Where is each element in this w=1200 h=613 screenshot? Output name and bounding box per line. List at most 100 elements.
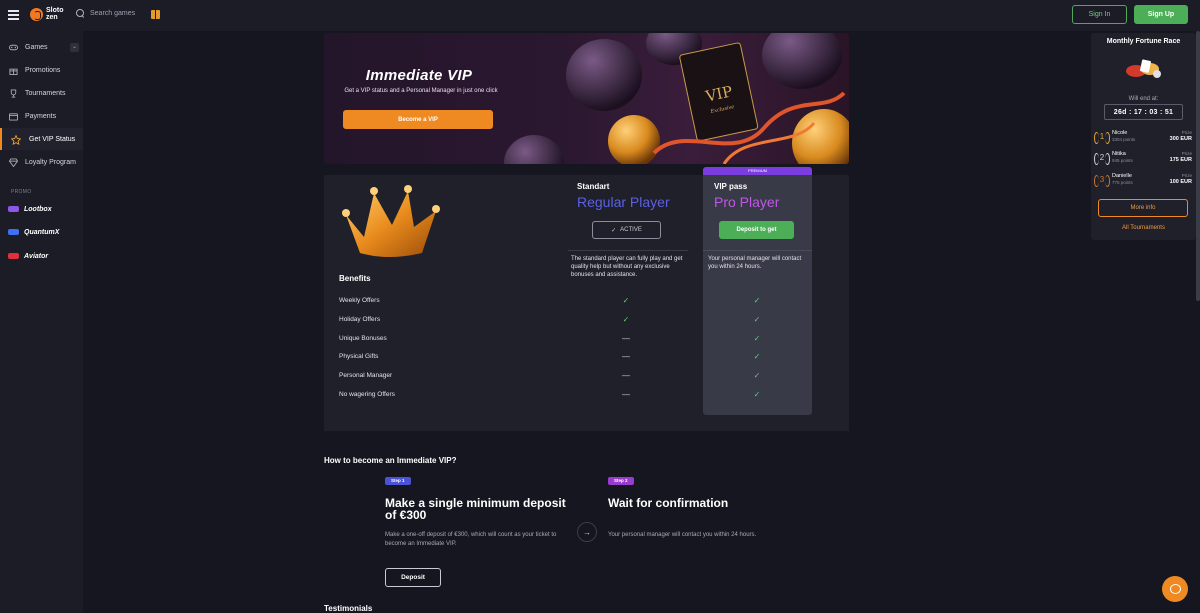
search-placeholder: Search games	[90, 10, 136, 17]
check-icon: ✓	[611, 227, 617, 234]
player-name: Danielle	[1112, 173, 1132, 179]
premium-badge: PREMIUM	[703, 167, 812, 175]
sign-in-button[interactable]: Sign In	[1072, 5, 1127, 24]
sidebar-item-promotions[interactable]: Promotions	[0, 59, 83, 81]
standard-dash: —	[622, 371, 630, 380]
step-2-text: Your personal manager will contact you w…	[608, 532, 757, 538]
sidebar-item-tournaments[interactable]: Tournaments	[0, 82, 83, 104]
promo-item-label: Aviator	[24, 252, 49, 260]
prize-amount: 100 EUR	[1169, 179, 1192, 185]
trophy-icon	[9, 88, 18, 98]
sidebar-item-loyalty[interactable]: Loyalty Program	[0, 151, 83, 173]
active-status-button: ✓ ACTIVE	[592, 221, 661, 239]
leaderboard-row: 3 Danielle 775 points Prize 100 EUR	[1094, 171, 1192, 189]
benefit-name: Personal Manager	[339, 372, 393, 379]
sidebar: Games ⌄ Promotions Tournaments Payments …	[0, 31, 83, 613]
race-title: Monthly Fortune Race	[1106, 38, 1181, 45]
benefits-title: Benefits	[339, 274, 371, 283]
player-points: 3304 points	[1112, 137, 1136, 142]
benefit-name: Holiday Offers	[339, 316, 381, 323]
testimonials-title: Testimonials	[324, 604, 373, 613]
more-info-button[interactable]: More info	[1098, 199, 1188, 217]
gift-icon[interactable]	[151, 10, 160, 19]
deposit-to-get-button[interactable]: Deposit to get	[719, 221, 794, 239]
vip-check: ✓	[753, 334, 761, 343]
fortune-race-widget: Monthly Fortune Race Will end at: 26d : …	[1091, 33, 1196, 240]
top-bar: Sloto zen Search games Sign In Sign Up	[0, 0, 1200, 31]
player-name: Nicole	[1112, 130, 1128, 136]
vip-pass-label: VIP pass	[714, 182, 748, 191]
star-icon	[10, 133, 22, 145]
divider	[703, 250, 812, 251]
all-tournaments-link[interactable]: All Tournaments	[1091, 225, 1196, 231]
sidebar-item-label: Tournaments	[25, 89, 66, 97]
menu-icon[interactable]	[8, 10, 19, 20]
place-number: 2	[1094, 151, 1110, 165]
standard-label: Standart	[577, 182, 610, 191]
benefit-name: Unique Bonuses	[339, 335, 387, 342]
standard-description: The standard player can fully play and g…	[571, 256, 683, 278]
sign-up-button[interactable]: Sign Up	[1134, 5, 1188, 24]
sidebar-item-label: Promotions	[25, 66, 61, 74]
prize-label: Prize	[1181, 130, 1192, 135]
benefit-name: Weekly Offers	[339, 297, 380, 304]
vip-check: ✓	[753, 371, 761, 380]
race-timer: 26d : 17 : 03 : 51	[1104, 104, 1183, 120]
logo[interactable]: Sloto zen	[30, 7, 64, 21]
hero-description: Get a VIP status and a Personal Manager …	[344, 88, 498, 94]
divider	[568, 250, 688, 251]
active-label: ACTIVE	[620, 227, 642, 233]
step-1-title: Make a single minimum deposit of €300	[385, 496, 566, 522]
scrollbar[interactable]	[1196, 31, 1200, 301]
promo-item-label: Lootbox	[24, 205, 52, 213]
prize-label: Prize	[1181, 173, 1192, 178]
chat-button[interactable]	[1162, 576, 1188, 602]
promo-item-label: QuantumX	[24, 228, 60, 236]
logo-line1: Sloto	[46, 7, 64, 14]
lootbox-icon	[8, 206, 19, 212]
step-2-title: Wait for confirmation	[608, 496, 729, 510]
vip-check: ✓	[753, 296, 761, 305]
search-input[interactable]: Search games	[76, 9, 135, 18]
become-vip-button[interactable]: Become a VIP	[343, 110, 493, 129]
sidebar-item-vip-status[interactable]: Get VIP Status	[0, 128, 83, 150]
prize-amount: 175 EUR	[1169, 157, 1192, 163]
hero-illustration: VIP Exclusive	[504, 33, 849, 164]
leaderboard-row: 1 Nicole 3304 points Prize 300 EUR	[1094, 128, 1192, 146]
sidebar-item-payments[interactable]: Payments	[0, 105, 83, 127]
vip-comparison-table: PREMIUM Standart Regular Player VIP pass…	[324, 167, 849, 431]
promo-item-lootbox[interactable]: Lootbox	[0, 199, 83, 219]
step-2-badge: Step 2	[608, 477, 634, 485]
leaderboard-row: 2 Nitika 945 points Prize 175 EUR	[1094, 149, 1192, 167]
vip-check: ✓	[753, 352, 761, 361]
logo-mark-icon	[30, 7, 43, 21]
gift-icon	[9, 66, 18, 75]
standard-dash: —	[622, 334, 630, 343]
aviator-icon	[8, 253, 19, 259]
sidebar-item-games[interactable]: Games ⌄	[0, 36, 83, 58]
standard-dash: —	[622, 352, 630, 361]
sidebar-item-label: Payments	[25, 112, 57, 120]
regular-player-title: Regular Player	[577, 194, 670, 210]
player-points: 945 points	[1112, 158, 1133, 163]
deposit-button[interactable]: Deposit	[385, 568, 441, 587]
standard-dash: —	[622, 390, 630, 399]
promo-item-aviator[interactable]: Aviator	[0, 246, 83, 266]
sidebar-item-label: Loyalty Program	[25, 158, 76, 166]
place-number: 3	[1094, 173, 1110, 187]
vip-check: ✓	[753, 315, 761, 324]
arrow-right-icon: →	[577, 522, 597, 542]
benefit-name: Physical Gifts	[339, 353, 379, 360]
chevron-down-icon[interactable]: ⌄	[70, 42, 79, 52]
quantumx-icon	[8, 229, 19, 235]
prize-amount: 300 EUR	[1169, 136, 1192, 142]
benefit-name: No wagering Offers	[339, 391, 395, 398]
diamond-icon	[8, 157, 19, 167]
gamepad-icon	[9, 43, 18, 52]
logo-line2: zen	[46, 14, 58, 21]
race-end-label: Will end at:	[1128, 96, 1159, 102]
promo-item-quantumx[interactable]: QuantumX	[0, 222, 83, 242]
promo-section-label: PROMO	[11, 189, 32, 195]
standard-check: ✓	[622, 296, 630, 305]
player-name: Nitika	[1112, 151, 1126, 157]
